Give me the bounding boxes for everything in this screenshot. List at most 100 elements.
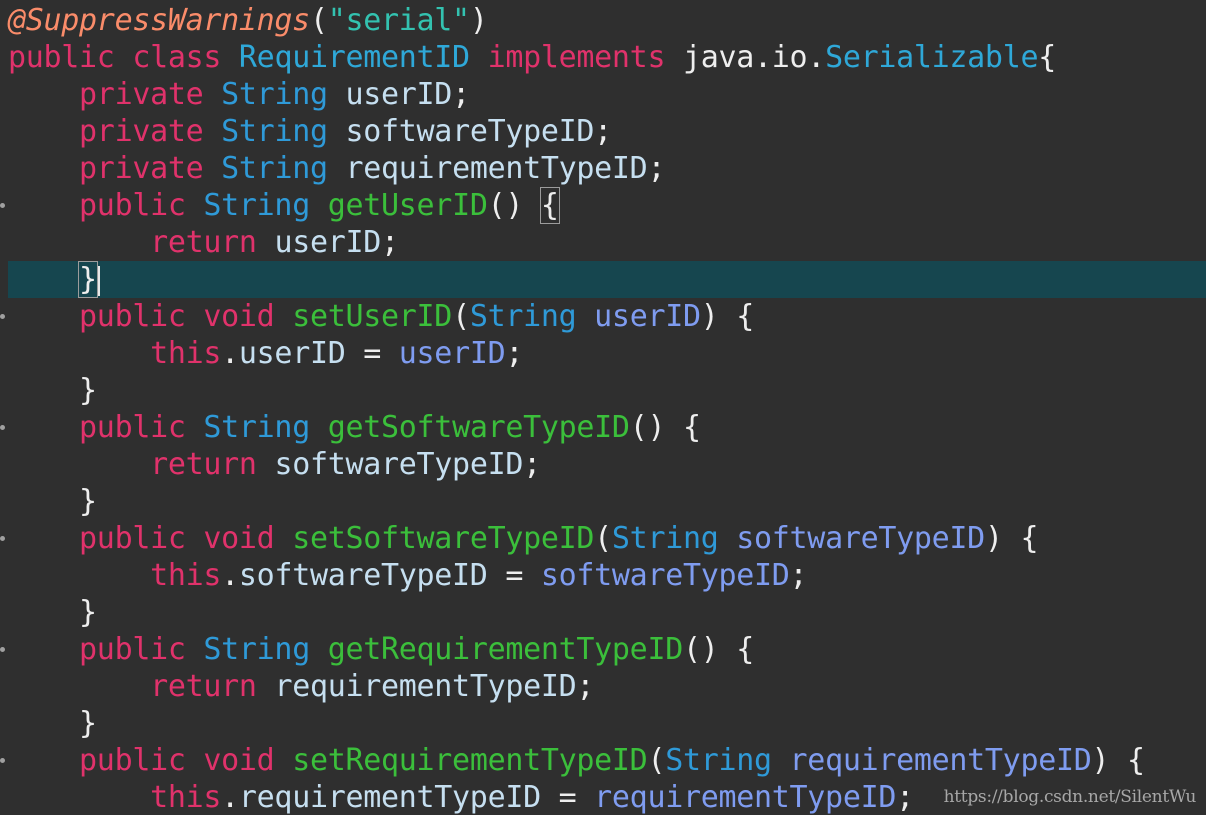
code-line-current[interactable]: } bbox=[8, 261, 1206, 298]
code-token-punctuation: } bbox=[79, 373, 97, 408]
code-token-type: String bbox=[221, 114, 328, 149]
code-line[interactable]: this.softwareTypeID = softwareTypeID; bbox=[8, 557, 1206, 594]
code-token-annotation: @SuppressWarnings bbox=[8, 3, 310, 38]
code-line[interactable]: private String requirementTypeID; bbox=[8, 150, 1206, 187]
code-token-field: softwareTypeID bbox=[274, 447, 524, 482]
code-token-parameter: softwareTypeID bbox=[540, 558, 790, 593]
code-line[interactable]: public String getSoftwareTypeID() { bbox=[8, 409, 1206, 446]
code-token-punctuation: ( bbox=[647, 743, 666, 778]
code-token-type: String bbox=[469, 299, 577, 334]
code-line[interactable]: this.userID = userID; bbox=[8, 335, 1206, 372]
code-token-punctuation: ; bbox=[523, 447, 541, 482]
code-line[interactable]: public String getRequirementTypeID() { bbox=[8, 631, 1206, 668]
code-line[interactable]: } bbox=[8, 372, 1206, 409]
code-line[interactable]: public void setRequirementTypeID(String … bbox=[8, 742, 1206, 779]
code-token-punctuation: ; bbox=[594, 114, 612, 149]
fold-marker-icon[interactable] bbox=[0, 647, 5, 652]
code-line[interactable]: public String getUserID() { bbox=[8, 187, 1206, 224]
code-token-type: String bbox=[221, 151, 328, 186]
code-line[interactable]: private String userID; bbox=[8, 76, 1206, 113]
code-token-keyword: private bbox=[79, 77, 204, 112]
code-token-type: String bbox=[221, 77, 328, 112]
code-line[interactable]: } bbox=[8, 705, 1206, 742]
code-token-field: requirementTypeID bbox=[274, 669, 577, 704]
code-token-method: getUserID bbox=[327, 188, 488, 223]
code-token-keyword: void bbox=[203, 521, 275, 556]
code-token-punctuation: ( bbox=[452, 299, 470, 334]
fold-marker-icon[interactable] bbox=[0, 203, 5, 208]
fold-marker-icon[interactable] bbox=[0, 425, 5, 430]
code-token-keyword: void bbox=[203, 299, 275, 334]
code-token-parameter: softwareTypeID bbox=[736, 521, 985, 556]
code-token-punctuation: ( bbox=[309, 3, 328, 38]
code-token-field: requirementTypeID bbox=[345, 151, 648, 186]
code-line[interactable]: public void setUserID(String userID) { bbox=[8, 298, 1206, 335]
code-token-punctuation: ; bbox=[505, 336, 524, 371]
code-token-method: setUserID bbox=[292, 299, 453, 334]
code-token-method: getSoftwareTypeID bbox=[327, 410, 630, 445]
code-token-punctuation: () { bbox=[682, 632, 755, 667]
code-token-class-name: RequirementID bbox=[238, 40, 470, 75]
code-line[interactable]: return softwareTypeID; bbox=[8, 446, 1206, 483]
code-line[interactable]: } bbox=[8, 483, 1206, 520]
code-token-keyword: public bbox=[79, 299, 186, 334]
fold-marker-icon[interactable] bbox=[0, 314, 5, 319]
code-line[interactable]: } bbox=[8, 594, 1206, 631]
code-token-punctuation: } bbox=[78, 261, 98, 298]
code-token-field: softwareTypeID bbox=[345, 114, 595, 149]
code-line[interactable]: return requirementTypeID; bbox=[8, 668, 1206, 705]
fold-marker-icon[interactable] bbox=[0, 758, 5, 763]
code-token-type: String bbox=[203, 410, 310, 445]
code-token-field: softwareTypeID bbox=[238, 558, 488, 593]
code-token-type: String bbox=[665, 743, 772, 778]
code-token-method: setRequirementTypeID bbox=[292, 743, 648, 778]
code-line[interactable]: private String softwareTypeID; bbox=[8, 113, 1206, 150]
code-line[interactable]: return userID; bbox=[8, 224, 1206, 261]
code-token-punctuation: ) bbox=[469, 3, 488, 38]
code-token-punctuation: } bbox=[79, 484, 97, 519]
code-token-parameter: requirementTypeID bbox=[789, 743, 1092, 778]
code-line[interactable]: public void setSoftwareTypeID(String sof… bbox=[8, 520, 1206, 557]
code-token-punctuation: ; bbox=[381, 225, 399, 260]
code-editor[interactable]: @SuppressWarnings("serial") public class … bbox=[0, 0, 1206, 815]
code-token-field: requirementTypeID bbox=[238, 780, 541, 815]
fold-marker-icon[interactable] bbox=[0, 536, 5, 541]
code-token-keyword: return bbox=[150, 669, 257, 704]
code-token-punctuation: } bbox=[79, 595, 97, 630]
text-caret bbox=[97, 265, 100, 296]
code-token-punctuation: . bbox=[221, 558, 239, 593]
code-token-keyword: void bbox=[203, 743, 275, 778]
code-token-string: "serial" bbox=[327, 3, 470, 38]
code-token-punctuation: ; bbox=[896, 780, 914, 815]
code-token-type: String bbox=[611, 521, 719, 556]
code-token-field: userID bbox=[238, 336, 346, 371]
code-token-method: getRequirementTypeID bbox=[327, 632, 684, 667]
code-line[interactable]: @SuppressWarnings("serial") bbox=[8, 2, 1206, 39]
code-line[interactable]: public class RequirementID implements ja… bbox=[8, 39, 1206, 76]
